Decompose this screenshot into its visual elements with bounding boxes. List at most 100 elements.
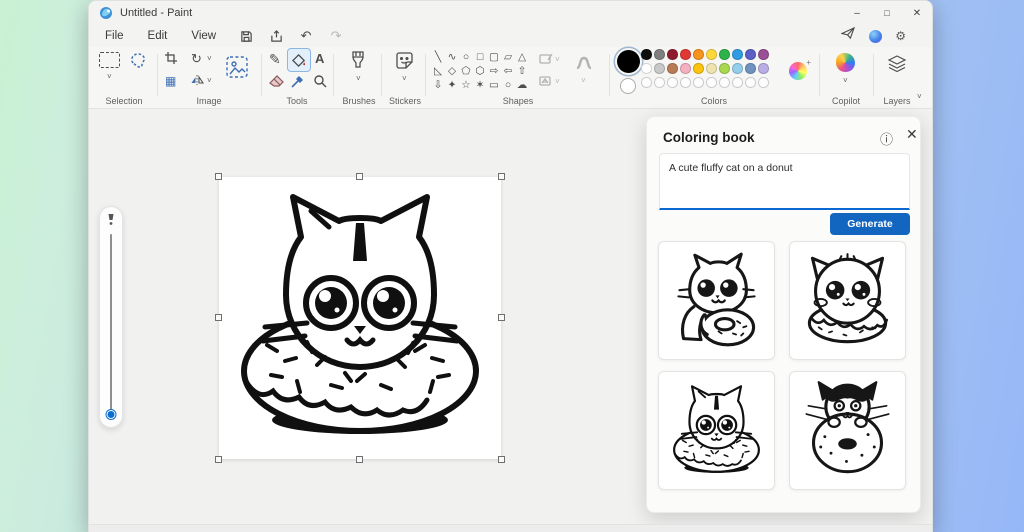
- selection-handle-w[interactable]: [215, 314, 222, 321]
- rectangle-select-icon[interactable]: [99, 52, 120, 68]
- shape-right-triangle[interactable]: ◺: [431, 64, 445, 78]
- copilot-icon[interactable]: [836, 53, 855, 72]
- palette-empty-slot[interactable]: [667, 77, 678, 88]
- redo-icon[interactable]: ↷: [324, 27, 348, 45]
- eyedropper-tool-icon[interactable]: [291, 74, 305, 88]
- panel-close-icon[interactable]: ✕: [906, 126, 918, 143]
- palette-color-f5b0c1[interactable]: [680, 63, 691, 74]
- shape-outline-dropdown-icon[interactable]: ˅: [555, 56, 560, 64]
- prompt-input[interactable]: A cute fluffy cat on a donut: [659, 153, 910, 210]
- shape-curve[interactable]: ∿: [445, 50, 459, 64]
- slider-thumb[interactable]: [107, 410, 116, 419]
- ai-image-creator-icon[interactable]: [225, 55, 249, 79]
- info-icon[interactable]: ⓘ: [880, 129, 893, 148]
- shape-six-point-star[interactable]: ✶: [473, 78, 487, 92]
- close-button[interactable]: ✕: [902, 1, 932, 25]
- result-thumbnail-3[interactable]: [658, 371, 775, 490]
- palette-color-93cfec[interactable]: [732, 63, 743, 74]
- palette-color-0d0d0d[interactable]: [641, 49, 652, 60]
- flip-icon[interactable]: [191, 74, 204, 86]
- menu-file[interactable]: File: [93, 28, 136, 44]
- stroke-size-icon[interactable]: [575, 55, 593, 71]
- palette-color-f7941d[interactable]: [693, 49, 704, 60]
- brush-size-slider[interactable]: [99, 206, 123, 428]
- result-thumbnail-2[interactable]: [789, 241, 906, 360]
- layers-icon[interactable]: [887, 54, 907, 74]
- shape-line[interactable]: ╲: [431, 50, 445, 64]
- fill-tool-selected[interactable]: [287, 48, 311, 72]
- result-thumbnail-4[interactable]: [789, 371, 906, 490]
- brush-icon[interactable]: [349, 51, 367, 71]
- export-icon[interactable]: [264, 27, 288, 45]
- palette-color-ffd93b[interactable]: [706, 49, 717, 60]
- shape-five-point-star[interactable]: ☆: [459, 78, 473, 92]
- palette-color-a8d94d[interactable]: [719, 63, 730, 74]
- palette-empty-slot[interactable]: [641, 77, 652, 88]
- edit-colors-button[interactable]: +: [789, 62, 807, 80]
- generate-button[interactable]: Generate: [830, 213, 910, 235]
- resize-icon[interactable]: ↻: [191, 51, 202, 67]
- palette-empty-slot[interactable]: [680, 77, 691, 88]
- menu-edit[interactable]: Edit: [136, 28, 180, 44]
- result-thumbnail-1[interactable]: [658, 241, 775, 360]
- selection-handle-nw[interactable]: [215, 173, 222, 180]
- undo-icon[interactable]: ↶: [294, 27, 318, 45]
- palette-color-2db34a[interactable]: [719, 49, 730, 60]
- palette-empty-slot[interactable]: [706, 77, 717, 88]
- shape-hexagon[interactable]: ⬡: [473, 64, 487, 78]
- shape-rounded-rectangle[interactable]: ▢: [487, 50, 501, 64]
- stroke-size-dropdown-icon[interactable]: ˅: [581, 77, 586, 85]
- freeform-select-icon[interactable]: [129, 51, 147, 69]
- palette-color-9b4f96[interactable]: [758, 49, 769, 60]
- palette-color-b97a56[interactable]: [667, 63, 678, 74]
- selection-handle-se[interactable]: [498, 456, 505, 463]
- palette-color-e13832[interactable]: [680, 49, 691, 60]
- save-icon[interactable]: [234, 27, 258, 45]
- palette-color-b9aee4[interactable]: [758, 63, 769, 74]
- shape-arrow-up[interactable]: ⇧: [515, 64, 529, 78]
- ribbon-collapse-icon[interactable]: ˅: [917, 93, 922, 101]
- palette-color-fcc40e[interactable]: [693, 63, 704, 74]
- shape-arrow-down[interactable]: ⇩: [431, 78, 445, 92]
- maximize-button[interactable]: □: [872, 1, 902, 25]
- selection-handle-s[interactable]: [356, 456, 363, 463]
- selection-handle-n[interactable]: [356, 173, 363, 180]
- shape-pentagon[interactable]: ⬠: [459, 64, 473, 78]
- selection-handle-ne[interactable]: [498, 173, 505, 180]
- resize-dropdown-icon[interactable]: ˅: [207, 55, 212, 63]
- shape-outline-icon[interactable]: [539, 53, 553, 65]
- palette-empty-slot[interactable]: [745, 77, 756, 88]
- copilot-dropdown-icon[interactable]: ˅: [843, 77, 848, 85]
- palette-color-8e1b2c[interactable]: [667, 49, 678, 60]
- settings-gear-icon[interactable]: ⚙: [895, 29, 906, 43]
- palette-color-efe4b0[interactable]: [706, 63, 717, 74]
- palette-empty-slot[interactable]: [693, 77, 704, 88]
- magnifier-tool-icon[interactable]: [313, 74, 327, 88]
- minimize-button[interactable]: –: [842, 1, 872, 25]
- copilot-sphere-icon[interactable]: [869, 30, 882, 43]
- crop-icon[interactable]: [165, 52, 180, 67]
- shape-triangle[interactable]: △: [515, 50, 529, 64]
- brushes-dropdown-icon[interactable]: ˅: [356, 75, 361, 83]
- text-tool-icon[interactable]: A: [315, 51, 324, 66]
- shape-polygon[interactable]: ▱: [501, 50, 515, 64]
- shape-arrow-left[interactable]: ⇦: [501, 64, 515, 78]
- shape-rectangle[interactable]: □: [473, 50, 487, 64]
- palette-color-7f7f7f[interactable]: [654, 49, 665, 60]
- menu-view[interactable]: View: [179, 28, 228, 44]
- flip-dropdown-icon[interactable]: ˅: [207, 77, 212, 85]
- eraser-tool-icon[interactable]: [269, 74, 284, 87]
- palette-empty-slot[interactable]: [758, 77, 769, 88]
- thumbnail-grid-icon[interactable]: ▦: [165, 74, 176, 88]
- selection-handle-e[interactable]: [498, 314, 505, 321]
- share-icon[interactable]: [841, 27, 856, 45]
- palette-empty-slot[interactable]: [654, 77, 665, 88]
- palette-color-c8c8c8[interactable]: [654, 63, 665, 74]
- shape-fill-icon[interactable]: [539, 75, 553, 87]
- shape-arrow-right[interactable]: ⇨: [487, 64, 501, 78]
- shape-speech-rectangle[interactable]: ▭: [487, 78, 501, 92]
- palette-color-ffffff[interactable]: [641, 63, 652, 74]
- palette-color-2f9ce3[interactable]: [732, 49, 743, 60]
- shape-speech-oval[interactable]: ○: [501, 78, 515, 92]
- color1-swatch[interactable]: [617, 50, 640, 73]
